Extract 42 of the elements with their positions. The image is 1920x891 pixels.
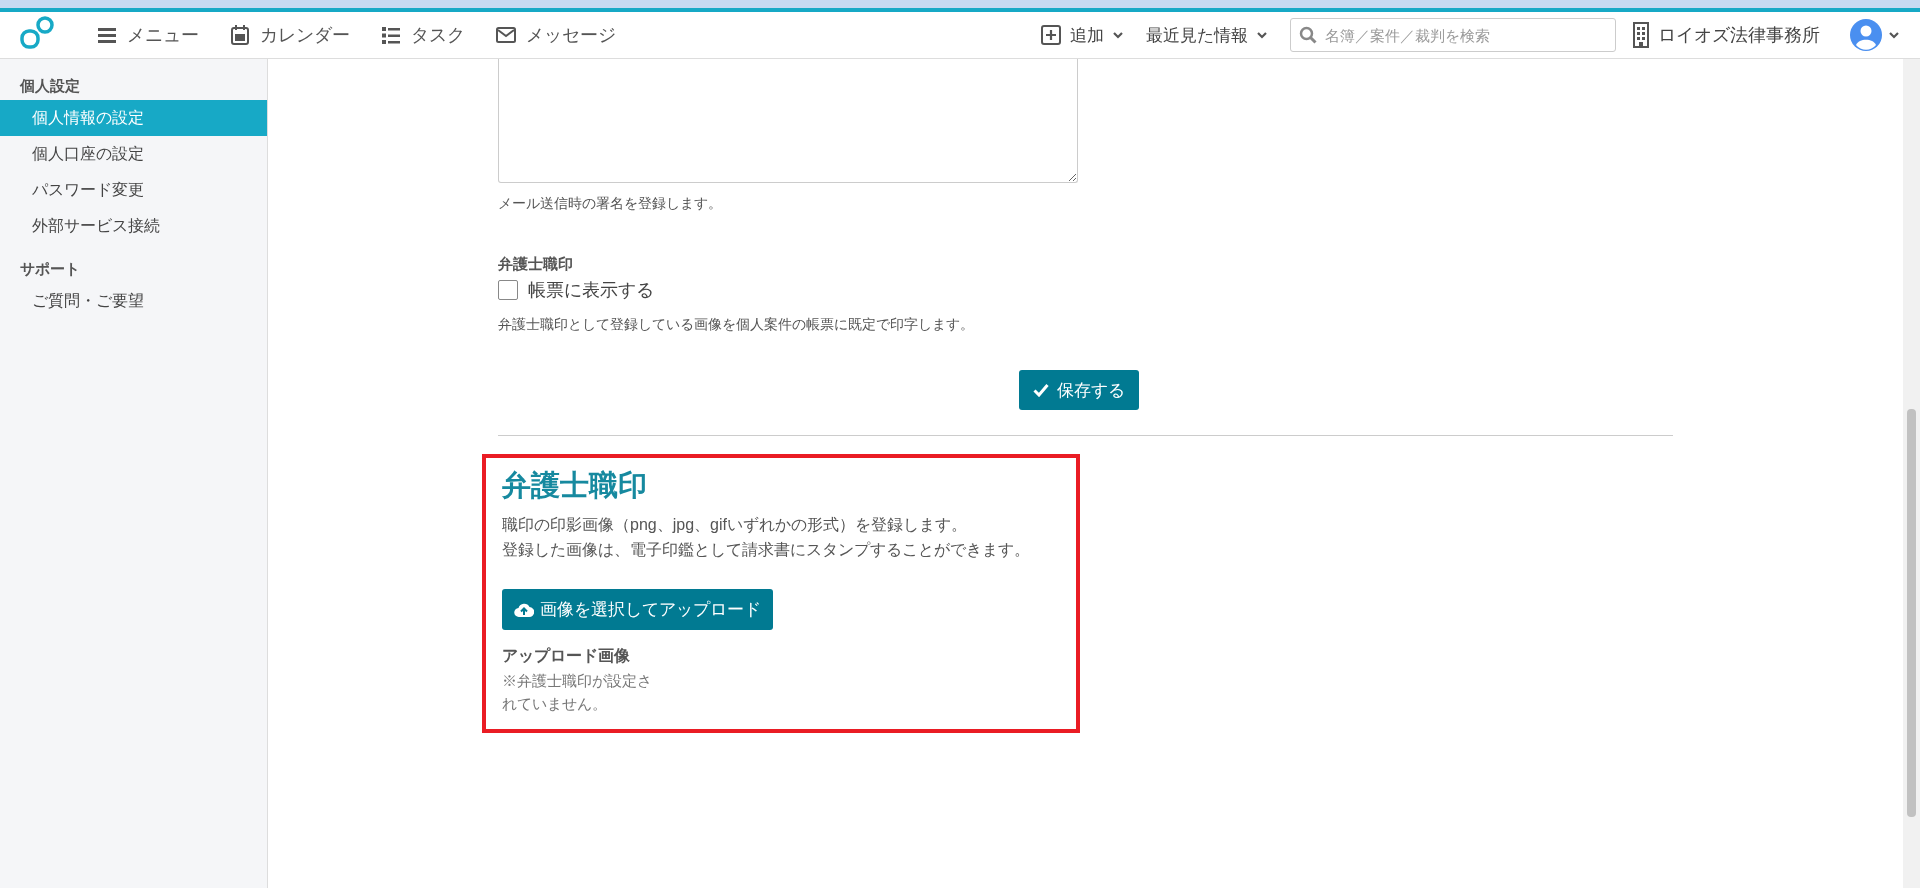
help-text: メール送信時の署名を登録します。 (498, 195, 723, 213)
search-field[interactable]: 名簿／案件／裁判を検索 (1290, 18, 1616, 52)
nav-item[interactable]: メニュー (96, 23, 199, 47)
chevron-down-icon (1256, 29, 1268, 41)
avatar-icon (1850, 19, 1882, 51)
cloud-upload-icon (514, 601, 534, 618)
help-text: 弁護士職印として登録している画像を個人案件の帳票に既定で印字します。 (498, 316, 975, 334)
sidebar-item[interactable]: パスワード変更 (0, 172, 267, 208)
office-name: ロイオズ法律事務所 (1658, 24, 1820, 47)
nav-item[interactable]: カレンダー (229, 23, 350, 47)
signature-field[interactable] (498, 59, 1078, 183)
sidebar-heading: サポート (19, 260, 81, 279)
checkbox[interactable] (498, 280, 518, 300)
description-text: 登録した画像は、電子印鑑として請求書にスタンプすることができます。 (502, 540, 1031, 560)
scrollbar-thumb[interactable] (1907, 409, 1916, 817)
scrollbar[interactable] (1903, 59, 1920, 888)
sidebar-item[interactable]: ご質問・ご要望 (0, 283, 267, 319)
plus-square-icon (1040, 24, 1062, 46)
mail-icon (495, 24, 517, 46)
checkbox-label: 帳票に表示する (528, 279, 654, 302)
nav-item[interactable]: メッセージ (495, 23, 616, 47)
sidebar-item[interactable]: 個人口座の設定 (0, 136, 267, 172)
check-icon (1033, 383, 1049, 397)
recent-dropdown[interactable]: 最近見た情報 (1146, 23, 1268, 47)
account-menu-button[interactable] (1850, 19, 1900, 51)
field-label: アップロード画像 (502, 646, 631, 666)
description-text: 職印の印影画像（png、jpg、gifいずれかの形式）を登録します。 (502, 515, 968, 535)
nav-item[interactable]: タスク (380, 23, 465, 47)
building-icon (1632, 22, 1650, 48)
chevron-down-icon (1888, 29, 1900, 41)
list-icon (380, 24, 402, 46)
calendar-icon (229, 24, 251, 46)
sidebar-heading: 個人設定 (18, 77, 81, 96)
add-button[interactable]: 追加 (1040, 23, 1124, 47)
empty-message: ※弁護士職印が設定されていません。 (502, 671, 653, 714)
field-label: 弁護士職印 (498, 255, 574, 274)
section-title: 弁護士職印 (502, 468, 648, 503)
chevron-down-icon (1112, 29, 1124, 41)
sidebar-item[interactable]: 外部サービス接続 (0, 208, 267, 244)
save-button[interactable]: 保存する (1019, 370, 1139, 410)
search-icon (1299, 26, 1317, 44)
upload-button[interactable]: 画像を選択してアップロード (502, 589, 773, 630)
